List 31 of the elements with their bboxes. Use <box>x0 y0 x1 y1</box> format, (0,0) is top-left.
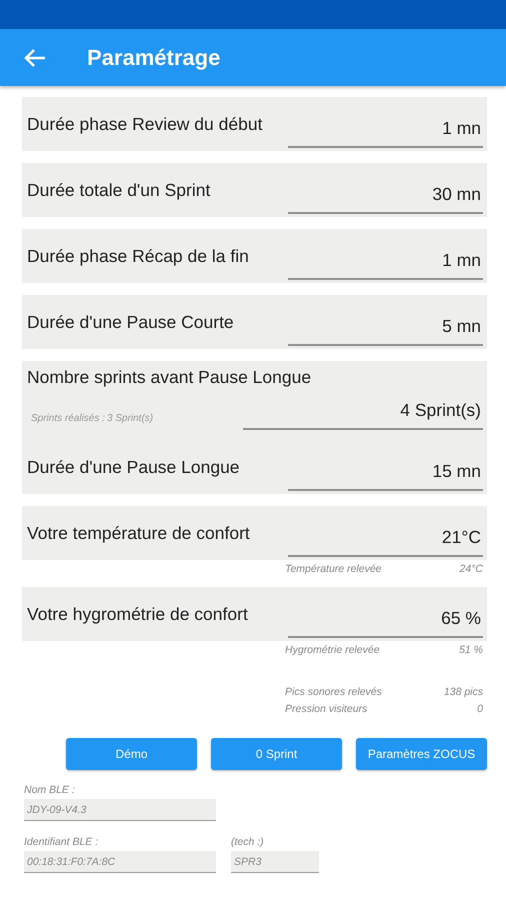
reading-value: 51 % <box>459 644 483 658</box>
reading-label: Sprints réalisés : <box>31 413 106 426</box>
value-field[interactable]: 21°C <box>288 517 483 557</box>
reading-value: 24°C <box>460 563 483 577</box>
setting-label: Durée totale d'un Sprint <box>27 180 210 200</box>
screen-title: Paramétrage <box>87 44 220 70</box>
value-field[interactable]: 5 mn <box>288 306 483 346</box>
setting-label: Durée phase Review du début <box>27 114 262 134</box>
setting-label: Nombre sprints avant Pause Longue <box>27 367 312 387</box>
setting-label: Durée phase Récap de la fin <box>27 246 249 266</box>
measurement-value: 138 pics <box>444 686 483 700</box>
reading-value: 3 Sprint(s) <box>107 413 154 426</box>
back-arrow-icon[interactable] <box>24 48 46 68</box>
setting-label: Durée d'une Pause Courte <box>27 312 234 332</box>
setting-label: Votre hygrométrie de confort <box>27 604 248 624</box>
value-field[interactable]: 30 mn <box>288 174 483 214</box>
value-field[interactable]: 1 mn <box>288 240 483 280</box>
value-field[interactable]: 65 % <box>288 598 483 638</box>
measurement-label: Pics sonores relevés <box>285 686 382 700</box>
field-label: Identifiant BLE : <box>24 836 100 848</box>
value-field[interactable]: 15 mn <box>288 451 483 491</box>
field-label: Nom BLE : <box>24 784 76 796</box>
field-label: (tech :) <box>231 836 265 848</box>
value-field[interactable]: 4 Sprint(s) <box>243 396 483 430</box>
reading-label: Température relevée <box>285 563 382 577</box>
value-field[interactable]: 1 mn <box>288 108 483 148</box>
reading-label: Hygrométrie relevée <box>285 644 380 658</box>
setting-label: Votre température de confort <box>27 522 250 544</box>
setting-label: Durée d'une Pause Longue <box>27 456 240 478</box>
measurement-value: 0 <box>477 703 483 717</box>
measurement-label: Pression visiteurs <box>285 703 368 717</box>
